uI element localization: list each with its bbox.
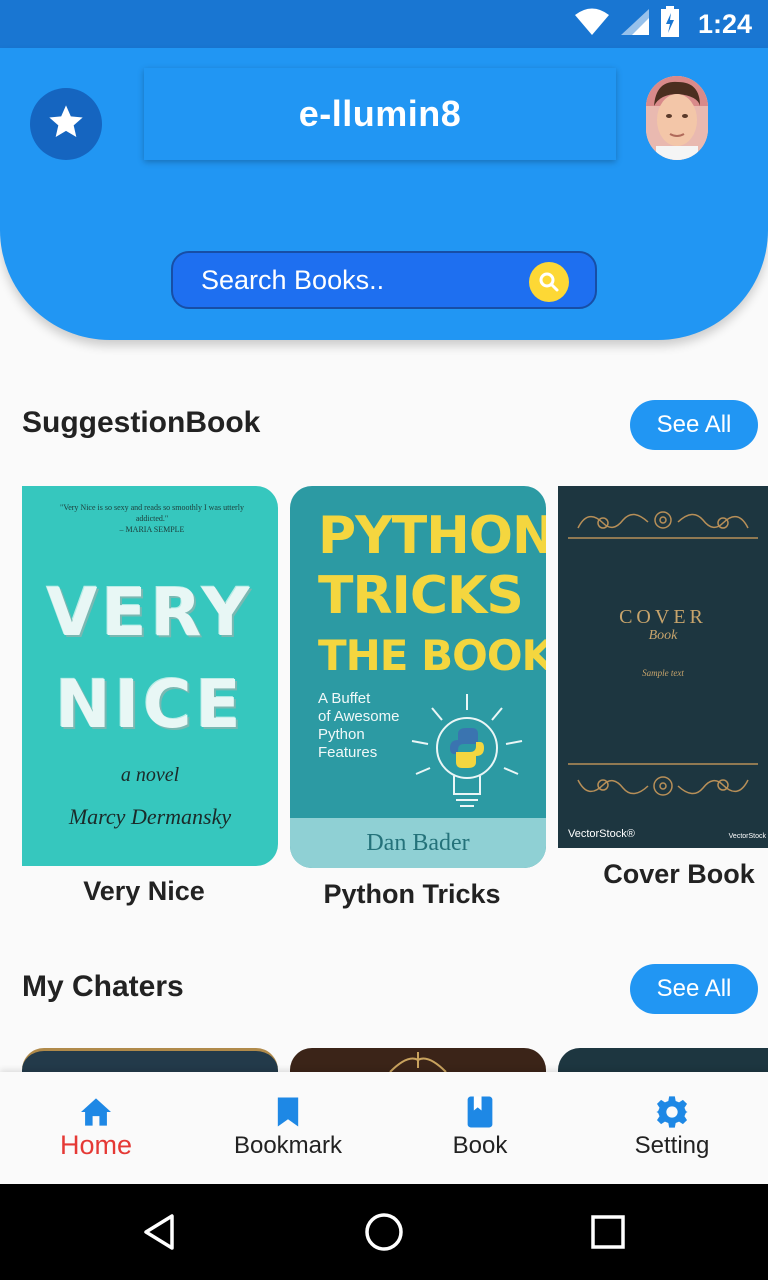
cover-title-line1: VERY: [46, 574, 254, 651]
cover-quote: "Very Nice is so sexy and reads so smoot…: [60, 503, 244, 534]
book-title-cover-book[interactable]: Cover Book: [590, 859, 768, 890]
cover-watermark-small: VectorStock: [728, 833, 766, 840]
nav-label-bookmark: Bookmark: [233, 1132, 343, 1159]
chapters-section-title: My Chaters: [22, 970, 184, 1003]
search-icon[interactable]: [529, 262, 569, 302]
cover-title-line2: NICE: [55, 666, 245, 743]
clock: 1:24: [697, 8, 752, 39]
lightbulb-icon: [402, 686, 532, 821]
bottom-navigation: Home Bookmark Book Setting: [0, 1072, 768, 1184]
nav-item-setting[interactable]: Setting: [576, 1072, 768, 1184]
cover-sample-text: Sample text: [642, 668, 684, 678]
header: e-llumin8: [0, 48, 768, 340]
search-bar[interactable]: [171, 251, 597, 309]
cover-author: Dan Bader: [290, 818, 546, 868]
user-avatar[interactable]: [646, 76, 708, 160]
bookmark-icon: [276, 1094, 300, 1130]
book-cover-cover-book[interactable]: COVER Book Sample text VectorStock® Vect…: [558, 486, 768, 848]
suggestion-see-all-button[interactable]: See All: [630, 400, 758, 450]
book-cover-python-tricks[interactable]: PYTHON TRICKS THE BOOK A Buffet of Aweso…: [290, 486, 546, 868]
cover-title: PYTHON TRICKS THE BOOK: [318, 506, 546, 680]
title-box: e-llumin8: [144, 68, 616, 160]
nav-item-home[interactable]: Home: [0, 1072, 192, 1184]
cover-subtitle: A Buffet of Awesome Python Features: [318, 690, 400, 761]
chapter-thumbnail[interactable]: [290, 1048, 546, 1074]
favorite-button[interactable]: [30, 88, 102, 160]
home-circle-icon[interactable]: [364, 1212, 404, 1252]
book-cover-very-nice[interactable]: "Very Nice is so sexy and reads so smoot…: [22, 486, 278, 866]
book-icon: [466, 1094, 494, 1130]
nav-item-book[interactable]: Book: [384, 1072, 576, 1184]
chapter-thumbnail[interactable]: [558, 1048, 768, 1074]
chapter-thumbnail[interactable]: [22, 1048, 278, 1074]
suggestion-section-title: SuggestionBook: [22, 406, 261, 439]
nav-item-bookmark[interactable]: Bookmark: [192, 1072, 384, 1184]
ornament-bottom-icon: [558, 750, 768, 815]
book-title-very-nice[interactable]: Very Nice: [22, 876, 266, 907]
cover-title: COVER: [619, 606, 707, 628]
cover-subtitle: Book: [648, 628, 678, 643]
cover-author: Marcy Dermansky: [68, 804, 232, 829]
status-bar: 1:24: [0, 0, 768, 48]
wifi-icon: [574, 8, 610, 41]
system-navigation-bar: [0, 1184, 768, 1280]
nav-label-home: Home: [59, 1130, 133, 1160]
nav-label-setting: Setting: [634, 1132, 710, 1159]
app-title: e-llumin8: [298, 93, 462, 134]
chapters-see-all-button[interactable]: See All: [630, 964, 758, 1014]
nav-label-book: Book: [452, 1132, 508, 1159]
battery-charging-icon: [660, 5, 680, 43]
book-title-python-tricks[interactable]: Python Tricks: [290, 879, 534, 910]
star-icon: [46, 102, 86, 147]
signal-icon: [620, 8, 650, 41]
app-screen: 1:24 e-llumin8 Search Books.. Suggestion…: [0, 0, 768, 1280]
recents-icon[interactable]: [588, 1212, 628, 1252]
cover-watermark: VectorStock®: [568, 828, 635, 840]
home-icon: [79, 1094, 113, 1130]
cover-subtitle: a novel: [120, 764, 180, 786]
back-icon[interactable]: [140, 1212, 180, 1252]
gear-icon: [655, 1094, 689, 1130]
search-input[interactable]: [201, 264, 521, 296]
ornament-top-icon: [558, 498, 768, 553]
